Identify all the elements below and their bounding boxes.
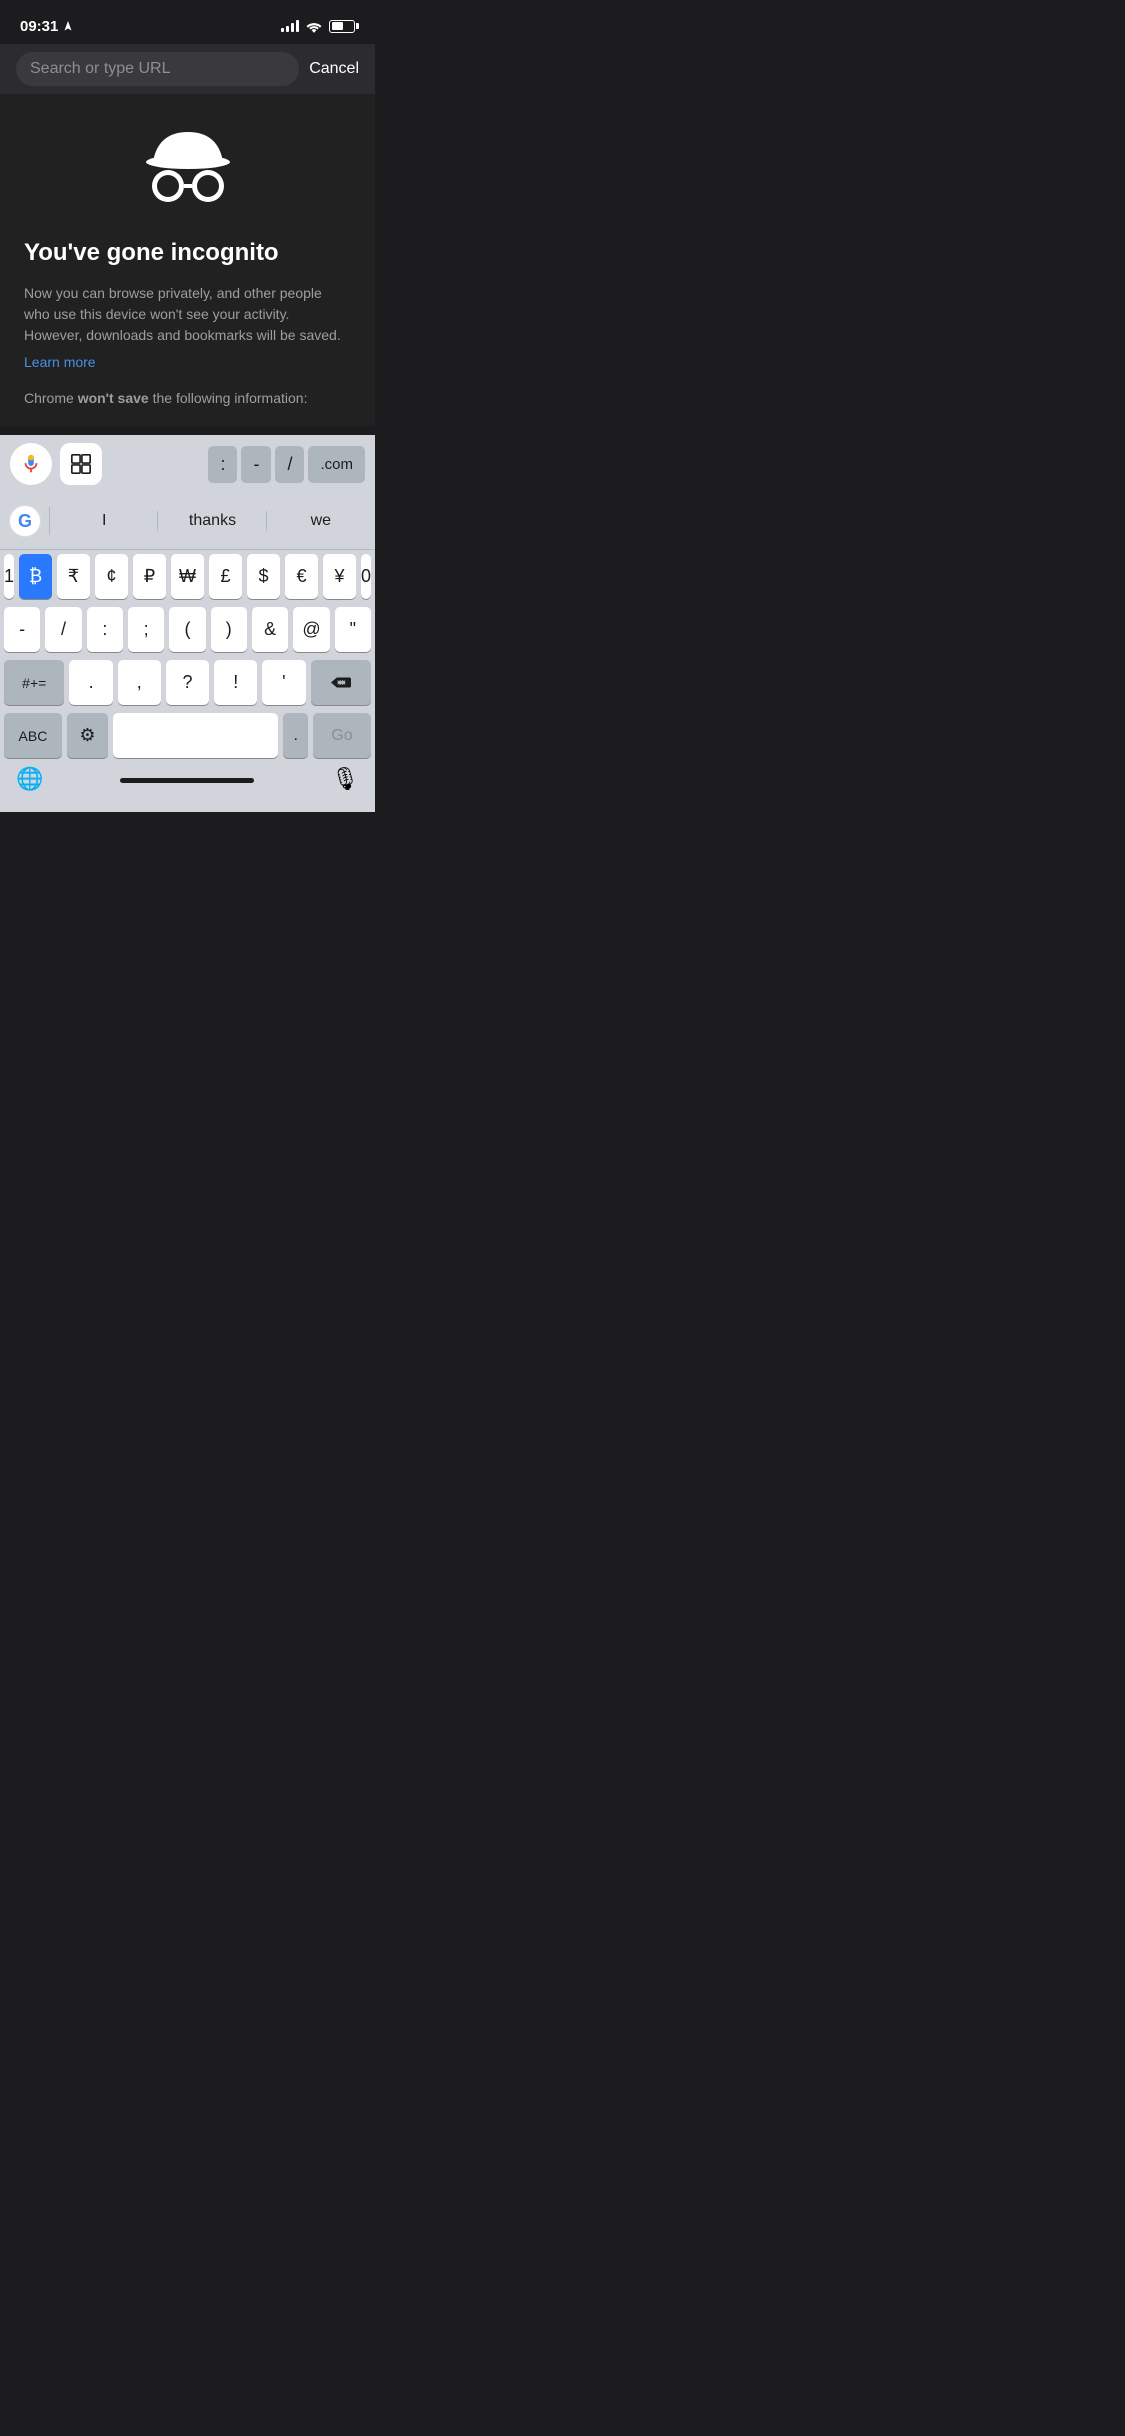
key-dot[interactable]: . (283, 713, 308, 758)
key-dollar[interactable]: $ (247, 554, 280, 599)
key-bitcoin[interactable]: ₿ (19, 554, 52, 599)
key-0[interactable]: 0 (361, 554, 371, 599)
wifi-icon (305, 20, 323, 33)
keyboard-bottom: 🌐 🎙 (0, 762, 375, 812)
colon-key[interactable]: : (208, 446, 237, 483)
address-bar: Cancel (0, 44, 375, 94)
mic-button[interactable] (10, 443, 52, 485)
currency-row: 1 ₿ ₹ ¢ ₽ ₩ £ $ € ¥ 0 (0, 550, 375, 603)
key-apostrophe[interactable]: ' (262, 660, 305, 705)
search-input[interactable] (30, 60, 285, 78)
status-icons (281, 20, 355, 33)
symbol-row: - / : ; ( ) & @ " (0, 603, 375, 656)
wont-save-text: Chrome won't save the following informat… (24, 390, 307, 406)
autocomplete-bar: G I thanks we (0, 493, 375, 550)
key-comma[interactable]: , (118, 660, 161, 705)
autocomplete-we[interactable]: we (267, 504, 375, 538)
status-time: 09:31 (20, 18, 74, 35)
key-settings[interactable]: ⚙ (67, 713, 108, 758)
key-exclaim[interactable]: ! (214, 660, 257, 705)
google-g-icon: G (9, 505, 41, 537)
incognito-content: You've gone incognito Now you can browse… (0, 94, 375, 426)
key-at[interactable]: @ (293, 607, 329, 652)
battery-icon (329, 20, 355, 33)
key-colon[interactable]: : (87, 607, 123, 652)
key-abc[interactable]: ABC (4, 713, 62, 758)
toolbar-special: : - / .com (110, 446, 365, 483)
key-semicolon[interactable]: ; (128, 607, 164, 652)
slash-key[interactable]: / (275, 446, 304, 483)
toolbar-left (10, 443, 102, 485)
dash-key[interactable]: - (241, 446, 271, 483)
key-1[interactable]: 1 (4, 554, 14, 599)
grid-button[interactable] (60, 443, 102, 485)
search-input-container[interactable] (16, 52, 299, 86)
google-mic-icon (20, 453, 42, 475)
status-bar: 09:31 (0, 0, 375, 44)
cancel-button[interactable]: Cancel (309, 60, 359, 78)
mic-keyboard-button[interactable]: 🎙 (331, 766, 359, 792)
key-space[interactable] (113, 713, 278, 758)
key-period[interactable]: . (69, 660, 112, 705)
function-row: #+= . , ? ! ' (0, 656, 375, 709)
key-minus[interactable]: - (4, 607, 40, 652)
key-pound[interactable]: £ (209, 554, 242, 599)
key-quote[interactable]: " (335, 607, 371, 652)
location-icon (62, 20, 74, 32)
incognito-icon-container (24, 124, 351, 219)
key-ampersand[interactable]: & (252, 607, 288, 652)
key-euro[interactable]: € (285, 554, 318, 599)
google-autocomplete-icon: G (0, 497, 50, 545)
incognito-title: You've gone incognito (24, 239, 351, 267)
signal-icon (281, 20, 299, 32)
delete-key[interactable] (311, 660, 371, 705)
wont-save-bold: won't save (78, 390, 149, 406)
globe-button[interactable]: 🌐 (16, 766, 43, 792)
incognito-icon (133, 124, 243, 219)
time-label: 09:31 (20, 18, 58, 35)
incognito-description: Now you can browse privately, and other … (24, 283, 351, 346)
keyboard[interactable]: : - / .com G I thanks we 1 ₿ ₹ ¢ ₽ ₩ £ $… (0, 435, 375, 812)
autocomplete-thanks[interactable]: thanks (158, 504, 266, 538)
key-hashplus[interactable]: #+= (4, 660, 64, 705)
key-won[interactable]: ₩ (171, 554, 204, 599)
learn-more-link[interactable]: Learn more (24, 354, 96, 370)
key-fwd-slash[interactable]: / (45, 607, 81, 652)
key-cent[interactable]: ¢ (95, 554, 128, 599)
keyboard-toolbar: : - / .com (0, 435, 375, 493)
grid-icon (70, 453, 92, 475)
key-open-paren[interactable]: ( (169, 607, 205, 652)
delete-icon (331, 675, 351, 690)
bottom-key-row: ABC ⚙ . Go (0, 709, 375, 762)
dotcom-key[interactable]: .com (308, 446, 365, 483)
autocomplete-i[interactable]: I (50, 504, 158, 538)
key-rupee[interactable]: ₹ (57, 554, 90, 599)
home-indicator (120, 778, 254, 783)
key-question[interactable]: ? (166, 660, 209, 705)
key-close-paren[interactable]: ) (211, 607, 247, 652)
key-yen[interactable]: ¥ (323, 554, 356, 599)
key-go[interactable]: Go (313, 713, 371, 758)
key-ruble[interactable]: ₽ (133, 554, 166, 599)
